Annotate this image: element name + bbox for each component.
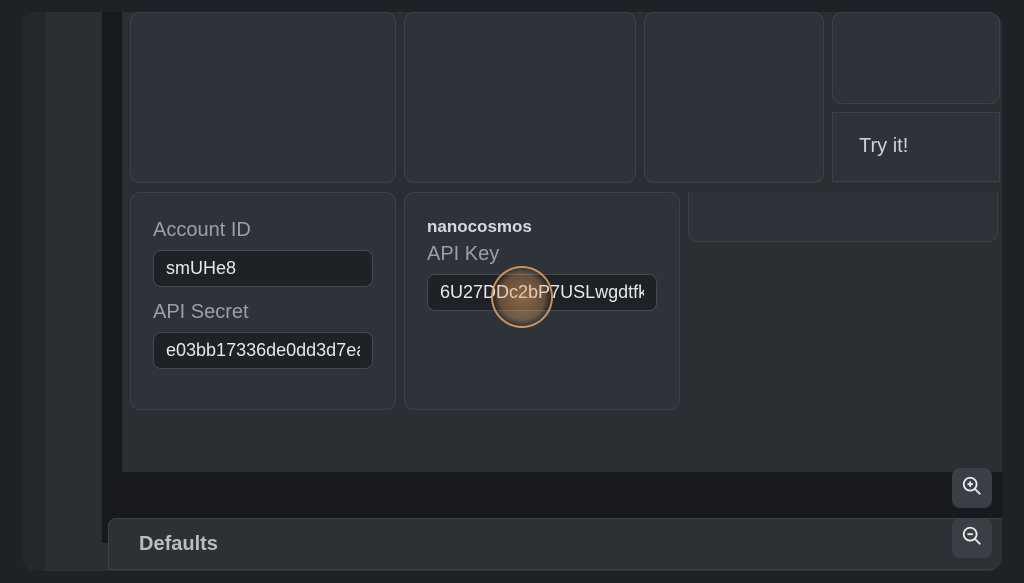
api-secret-input[interactable] <box>153 332 373 369</box>
defaults-label: Defaults <box>139 533 218 555</box>
side-panel-stub <box>688 192 998 242</box>
account-id-label: Account ID <box>153 219 373 242</box>
defaults-section-header[interactable]: Defaults <box>108 518 1002 570</box>
top-card-1 <box>130 12 396 183</box>
left-gutter <box>22 12 45 571</box>
top-card-3 <box>644 12 824 183</box>
try-it-button[interactable]: Try it! <box>832 112 1000 182</box>
app-frame: Try it! Account ID API Secret nanocosmos… <box>22 12 1002 571</box>
api-key-label: API Key <box>427 243 657 266</box>
account-id-input[interactable] <box>153 250 373 287</box>
api-key-input[interactable] <box>427 274 657 311</box>
try-it-label: Try it! <box>859 135 908 157</box>
top-card-4 <box>832 12 1000 104</box>
zoom-out-icon <box>961 525 983 552</box>
top-card-2 <box>404 12 636 183</box>
zoom-in-button[interactable] <box>952 468 992 508</box>
api-secret-label: API Secret <box>153 301 373 324</box>
zoom-out-button[interactable] <box>952 518 992 558</box>
provider-card: nanocosmos API Key <box>404 192 680 410</box>
zoom-in-icon <box>961 475 983 502</box>
vertical-divider <box>102 12 122 543</box>
account-card: Account ID API Secret <box>130 192 396 410</box>
provider-name: nanocosmos <box>427 217 657 237</box>
